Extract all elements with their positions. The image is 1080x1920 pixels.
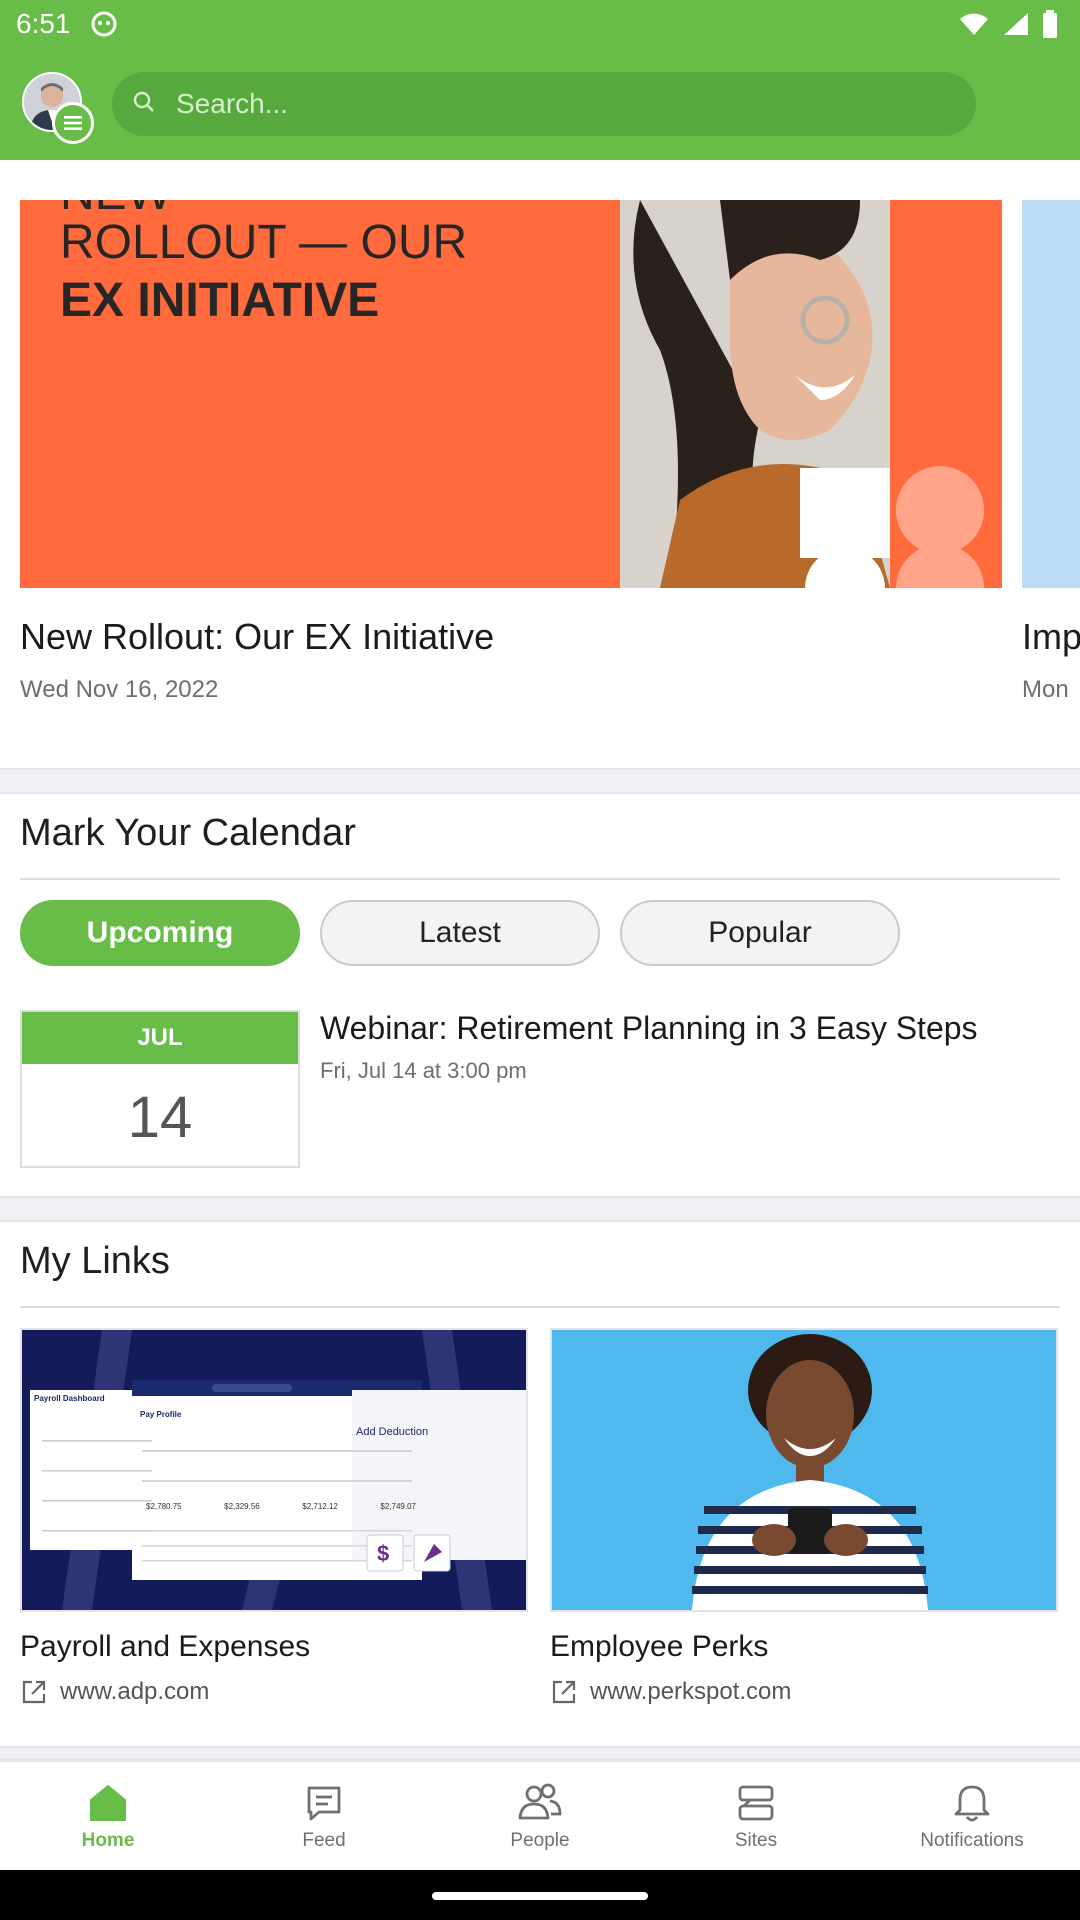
link-card-perks[interactable]: Employee Perks www.perkspot.com	[550, 1328, 1058, 1706]
news-card-date: Wed Nov 16, 2022	[20, 676, 219, 703]
event-date-badge[interactable]: JUL 14	[20, 1010, 300, 1168]
section-divider	[0, 768, 1080, 794]
payroll-thumb-amount: $2,712.12	[302, 1502, 338, 1511]
menu-icon[interactable]	[52, 102, 94, 144]
nav-people[interactable]: People	[432, 1762, 648, 1872]
payroll-thumb-amount: $2,780.75	[146, 1502, 182, 1511]
svg-text:$: $	[377, 1541, 389, 1566]
battery-icon	[1043, 10, 1057, 38]
link-card-payroll[interactable]: $ Payroll Dashboard Pay Profile Add Dedu…	[20, 1328, 528, 1706]
nav-sites[interactable]: Sites	[648, 1762, 864, 1872]
payroll-thumbnail: $ Payroll Dashboard Pay Profile Add Dedu…	[20, 1328, 528, 1612]
nav-people-label: People	[510, 1830, 570, 1851]
bottom-nav: Home Feed People Sites Notifications	[0, 1760, 1080, 1872]
news-card-image: NEW ROLLOUT — OUR EX INITIATIVE	[20, 200, 1002, 588]
bell-icon	[954, 1785, 990, 1822]
sites-icon	[738, 1785, 774, 1821]
section-divider	[0, 1746, 1080, 1760]
calendar-section-title: Mark Your Calendar	[20, 812, 356, 854]
status-bar: 6:51	[0, 0, 1080, 50]
link-url-row[interactable]: www.adp.com	[20, 1678, 528, 1706]
event-month: JUL	[22, 1012, 298, 1064]
nav-home-label: Home	[81, 1830, 135, 1851]
notification-app-icon	[90, 10, 118, 43]
link-url-row[interactable]: www.perkspot.com	[550, 1678, 1058, 1706]
news-card-image	[1022, 200, 1080, 588]
search-bar[interactable]	[112, 72, 976, 136]
home-icon	[90, 1785, 126, 1821]
nav-feed-label: Feed	[302, 1830, 346, 1851]
filter-upcoming[interactable]: Upcoming	[20, 900, 300, 966]
perks-thumbnail	[550, 1328, 1058, 1612]
hero-headline: NEW ROLLOUT — OUR EX INITIATIVE	[60, 200, 468, 327]
people-icon	[518, 1783, 562, 1820]
external-link-icon	[552, 1680, 576, 1704]
payroll-thumb-heading: Payroll Dashboard	[34, 1394, 105, 1403]
link-title[interactable]: Payroll and Expenses	[20, 1630, 528, 1664]
links-section-title: My Links	[20, 1240, 170, 1282]
section-divider	[0, 1196, 1080, 1222]
chat-icon	[307, 1786, 341, 1821]
payroll-thumb-deduction: Add Deduction	[356, 1426, 429, 1438]
link-url: www.adp.com	[60, 1678, 210, 1705]
event-time: Fri, Jul 14 at 3:00 pm	[320, 1058, 527, 1083]
event-day: 14	[127, 1085, 193, 1150]
nav-notifications[interactable]: Notifications	[864, 1762, 1080, 1872]
payroll-thumb-amount: $2,749.07	[380, 1502, 416, 1511]
woman-photo	[620, 200, 1002, 588]
link-url: www.perkspot.com	[590, 1678, 792, 1705]
news-card[interactable]: Imp Mon	[1022, 200, 1080, 704]
external-link-icon	[22, 1680, 46, 1704]
news-card-title[interactable]: Imp	[1022, 616, 1080, 658]
section-rule	[20, 1306, 1060, 1308]
news-card-title[interactable]: New Rollout: Our EX Initiative	[20, 616, 1002, 658]
nav-sites-label: Sites	[734, 1830, 778, 1851]
nav-feed[interactable]: Feed	[216, 1762, 432, 1872]
filter-latest[interactable]: Latest	[320, 900, 600, 966]
filter-popular[interactable]: Popular	[620, 900, 900, 966]
nav-home[interactable]: Home	[0, 1762, 216, 1872]
search-input[interactable]	[174, 87, 958, 121]
home-gesture-handle[interactable]	[432, 1892, 648, 1900]
payroll-thumb-amounts: $2,780.75 $2,329.56 $2,712.12 $2,749.07	[146, 1502, 416, 1511]
nav-notifications-label: Notifications	[920, 1830, 1024, 1851]
link-title[interactable]: Employee Perks	[550, 1630, 1058, 1664]
search-icon	[132, 90, 156, 119]
news-card-date: Mon	[1022, 676, 1069, 703]
news-carousel[interactable]: NEW ROLLOUT — OUR EX INITIATIVE New R	[0, 160, 1080, 768]
news-card[interactable]: NEW ROLLOUT — OUR EX INITIATIVE New R	[20, 200, 1002, 704]
payroll-thumb-amount: $2,329.56	[224, 1502, 260, 1511]
system-gesture-bar	[0, 1870, 1080, 1920]
wifi-icon	[960, 13, 988, 35]
section-rule	[20, 878, 1060, 880]
payroll-thumb-subtitle: Pay Profile	[140, 1410, 182, 1419]
status-time: 6:51	[16, 8, 71, 39]
event-title[interactable]: Webinar: Retirement Planning in 3 Easy S…	[320, 1010, 978, 1047]
cell-signal-icon	[1004, 13, 1028, 35]
app-header	[0, 50, 1080, 160]
